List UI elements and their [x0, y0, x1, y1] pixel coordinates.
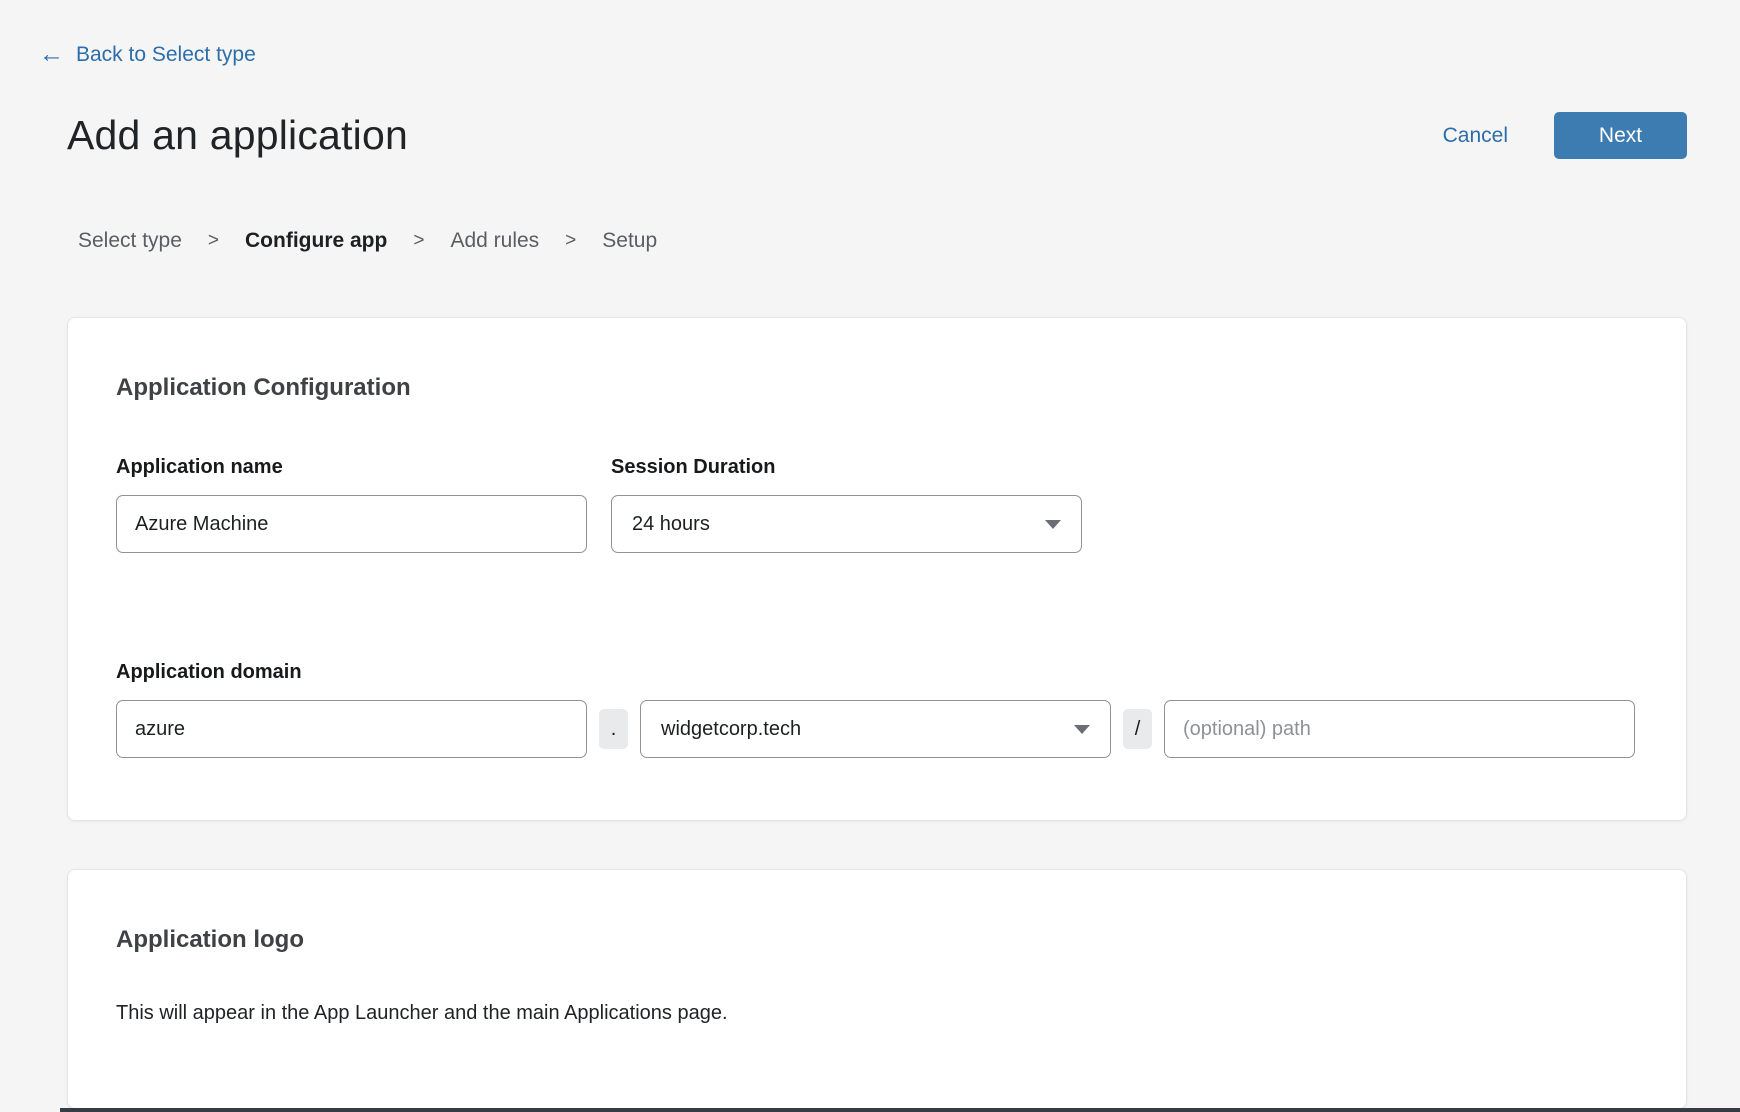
back-arrow-icon: ←: [39, 42, 64, 67]
bottom-edge-divider: [60, 1108, 1740, 1112]
path-input[interactable]: [1164, 700, 1635, 758]
breadcrumb-separator: >: [413, 230, 424, 252]
subdomain-input[interactable]: [116, 700, 587, 758]
application-domain-field: Application domain . widgetcorp.tech /: [116, 661, 1638, 758]
breadcrumb-step-setup[interactable]: Setup: [602, 229, 657, 253]
breadcrumb-step-select-type[interactable]: Select type: [78, 229, 182, 253]
slash-separator: /: [1123, 709, 1152, 749]
dot-separator: .: [599, 709, 628, 749]
chevron-down-icon: [1074, 725, 1090, 734]
back-link-label: Back to Select type: [76, 43, 256, 67]
page-header: Add an application Cancel Next: [67, 112, 1687, 159]
back-to-select-type-link[interactable]: ← Back to Select type: [39, 42, 256, 67]
application-name-field: Application name: [116, 456, 587, 553]
application-domain-label: Application domain: [116, 661, 1638, 684]
application-logo-card: Application logo This will appear in the…: [67, 869, 1687, 1109]
application-configuration-card: Application Configuration Application na…: [67, 317, 1687, 821]
name-session-row: Application name Session Duration 24 hou…: [116, 456, 1638, 553]
domain-select[interactable]: widgetcorp.tech: [640, 700, 1111, 758]
back-row: ← Back to Select type: [0, 0, 1740, 67]
session-duration-field: Session Duration 24 hours: [611, 456, 1082, 553]
wizard-breadcrumb: Select type > Configure app > Add rules …: [78, 229, 1740, 253]
application-name-input[interactable]: [116, 495, 587, 553]
application-domain-row: . widgetcorp.tech /: [116, 700, 1638, 758]
domain-select-value: widgetcorp.tech: [661, 718, 801, 741]
breadcrumb-step-configure-app[interactable]: Configure app: [245, 229, 387, 253]
application-logo-title: Application logo: [116, 926, 1638, 954]
next-button[interactable]: Next: [1554, 112, 1687, 159]
breadcrumb-step-add-rules[interactable]: Add rules: [450, 229, 539, 253]
session-duration-label: Session Duration: [611, 456, 1082, 479]
application-configuration-title: Application Configuration: [116, 374, 1638, 402]
session-duration-select[interactable]: 24 hours: [611, 495, 1082, 553]
session-duration-value: 24 hours: [632, 513, 710, 536]
application-logo-description: This will appear in the App Launcher and…: [116, 1002, 1638, 1025]
breadcrumb-separator: >: [565, 230, 576, 252]
header-actions: Cancel Next: [1443, 112, 1687, 159]
page-title: Add an application: [67, 112, 408, 159]
chevron-down-icon: [1045, 520, 1061, 529]
application-name-label: Application name: [116, 456, 587, 479]
breadcrumb-separator: >: [208, 230, 219, 252]
cancel-button[interactable]: Cancel: [1443, 124, 1508, 148]
